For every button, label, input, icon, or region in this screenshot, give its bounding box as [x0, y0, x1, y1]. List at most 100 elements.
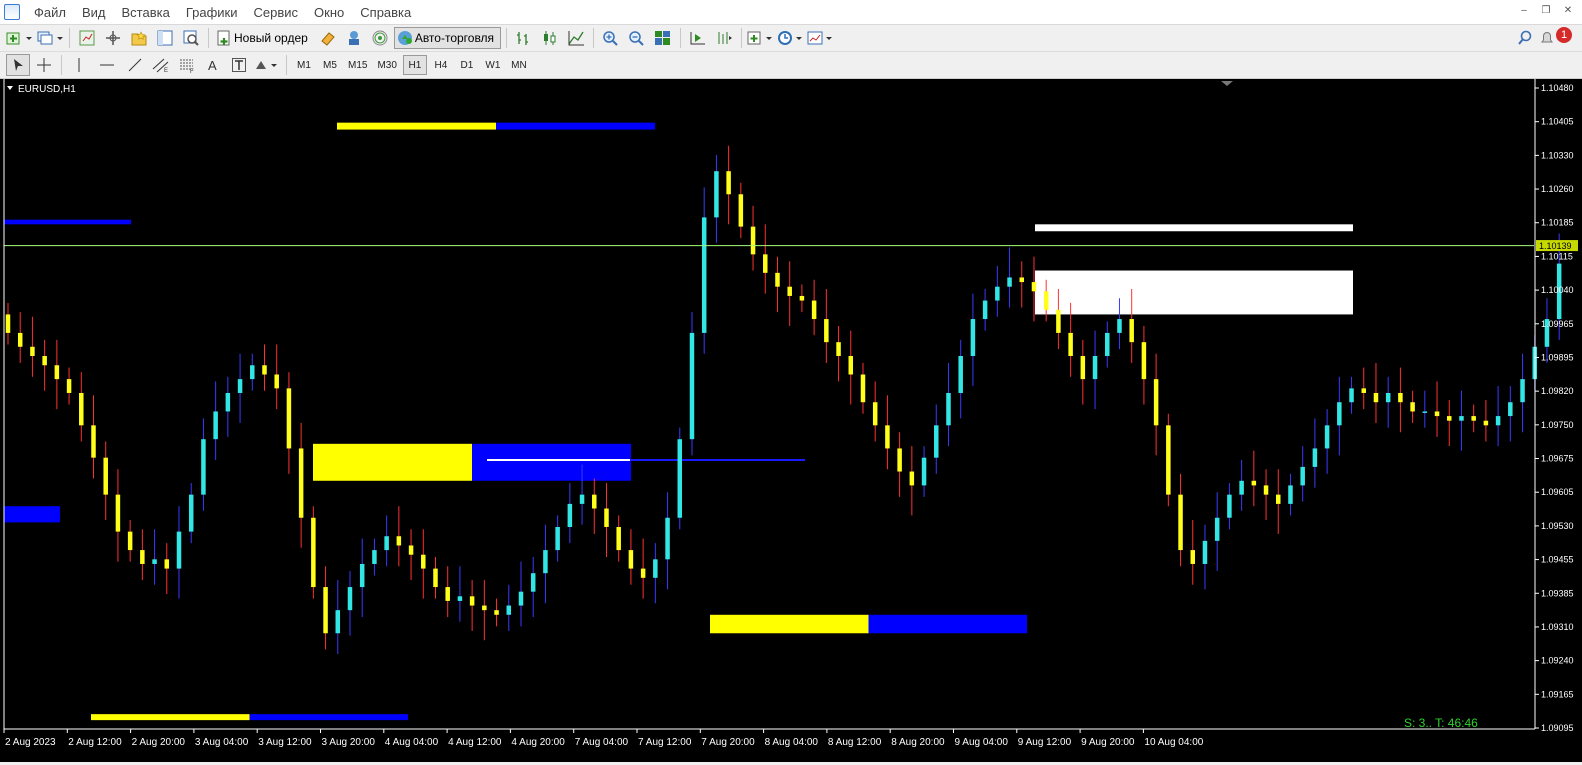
- vertical-line-icon[interactable]: [67, 54, 91, 76]
- time-tick-label: 9 Aug 12:00: [1018, 737, 1072, 748]
- candle-body: [5, 314, 11, 333]
- zoom-in-icon[interactable]: [599, 27, 623, 49]
- metaeditor-icon[interactable]: [316, 27, 340, 49]
- price-tick-label: 1.09095: [1541, 723, 1574, 733]
- timeframe-h1[interactable]: H1: [402, 55, 427, 75]
- trendline-icon[interactable]: [123, 54, 147, 76]
- market-watch-icon[interactable]: [75, 27, 99, 49]
- signals-icon[interactable]: [368, 27, 392, 49]
- terminal-icon[interactable]: [153, 27, 177, 49]
- new-order-label: Новый ордер: [234, 31, 308, 45]
- menu-file[interactable]: Файл: [26, 5, 74, 20]
- candle-body: [640, 568, 646, 578]
- timeframe-h4[interactable]: H4: [429, 55, 453, 75]
- time-tick-label: 7 Aug 20:00: [701, 737, 755, 748]
- crosshair-icon[interactable]: [32, 54, 56, 76]
- auto-trading-button[interactable]: Авто-торговля: [393, 27, 502, 49]
- cursor-icon[interactable]: [6, 54, 30, 76]
- zoom-out-icon[interactable]: [625, 27, 649, 49]
- notification-badge[interactable]: 1: [1556, 27, 1572, 43]
- candle-body: [1276, 494, 1281, 504]
- timeframe-mn[interactable]: MN: [507, 55, 531, 75]
- timeframe-m15[interactable]: M15: [344, 55, 371, 75]
- candle-body: [872, 402, 878, 426]
- indicators-icon[interactable]: [747, 27, 775, 49]
- favorites-icon[interactable]: [127, 27, 151, 49]
- candle-body: [457, 596, 463, 601]
- candle-body: [799, 295, 805, 301]
- menu-insert[interactable]: Вставка: [114, 5, 178, 20]
- periods-icon[interactable]: [777, 27, 805, 49]
- navigator-icon[interactable]: [101, 27, 125, 49]
- candle-body: [1214, 517, 1220, 541]
- search-icon[interactable]: [1513, 27, 1537, 49]
- standard-toolbar: Новый ордер Авто-торговля: [0, 25, 1582, 52]
- supply-zone-left: [91, 714, 250, 721]
- new-order-button[interactable]: Новый ордер: [214, 27, 314, 49]
- candle-body: [1031, 282, 1037, 292]
- price-tick-label: 1.10185: [1541, 218, 1574, 228]
- horizontal-line-icon[interactable]: [93, 54, 121, 76]
- experts-icon[interactable]: [342, 27, 366, 49]
- candle-body: [1080, 356, 1086, 380]
- chart-window[interactable]: 1.10480 1.10405 1.10330 1.10260 1.10185 1.101…: [0, 79, 1582, 762]
- time-tick-label: 8 Aug 20:00: [891, 737, 945, 748]
- minimize-icon[interactable]: –: [1516, 4, 1532, 18]
- candle-body: [689, 332, 695, 440]
- candlestick-chart-icon[interactable]: [538, 27, 562, 49]
- restore-icon[interactable]: ❐: [1538, 4, 1554, 18]
- candle-body: [1495, 416, 1501, 426]
- candle-body: [628, 550, 634, 569]
- timeframe-w1[interactable]: W1: [481, 55, 505, 75]
- candle-body: [237, 379, 243, 393]
- chart-shift-icon[interactable]: [712, 27, 736, 49]
- new-chart-button[interactable]: [6, 27, 34, 49]
- candle-body: [616, 526, 621, 551]
- menu-tools[interactable]: Сервис: [246, 5, 307, 20]
- menu-charts[interactable]: Графики: [178, 5, 246, 20]
- text-icon[interactable]: A: [201, 54, 225, 76]
- candle-body: [384, 536, 389, 551]
- profiles-button[interactable]: [36, 27, 64, 49]
- menu-window[interactable]: Окно: [306, 5, 352, 20]
- time-tick-label: 3 Aug 04:00: [195, 737, 249, 748]
- candle-body: [1227, 494, 1232, 518]
- auto-trading-icon: [397, 31, 412, 45]
- close-icon[interactable]: ✕: [1560, 4, 1576, 18]
- bar-chart-icon[interactable]: [512, 27, 536, 49]
- timeframe-m5[interactable]: M5: [318, 55, 342, 75]
- menu-help[interactable]: Справка: [352, 5, 419, 20]
- tile-windows-icon[interactable]: [651, 27, 675, 49]
- notifications-icon[interactable]: [1535, 27, 1559, 49]
- equidistant-channel-icon[interactable]: E: [149, 54, 173, 76]
- candle-body: [1337, 402, 1342, 426]
- candle-body: [286, 388, 292, 449]
- time-tick-label: 4 Aug 20:00: [511, 737, 565, 748]
- price-chart[interactable]: 1.10480 1.10405 1.10330 1.10260 1.10185 1.101…: [0, 79, 1582, 762]
- candle-body: [152, 559, 157, 564]
- candle-body: [982, 300, 988, 320]
- candle-body: [909, 471, 915, 486]
- supply-zone-right: [472, 443, 631, 481]
- auto-scroll-icon[interactable]: [686, 27, 710, 49]
- price-tick-label: 1.09455: [1541, 555, 1574, 565]
- candle-body: [1105, 332, 1110, 357]
- timeframe-m1[interactable]: M1: [292, 55, 316, 75]
- fibonacci-icon[interactable]: F: [175, 54, 199, 76]
- candle-body: [1520, 379, 1525, 403]
- shapes-icon[interactable]: [253, 54, 281, 76]
- timeframe-m30[interactable]: M30: [373, 55, 400, 75]
- line-chart-icon[interactable]: [564, 27, 588, 49]
- candle-body: [1092, 356, 1098, 380]
- strategy-tester-icon[interactable]: [179, 27, 203, 49]
- menu-view[interactable]: Вид: [74, 5, 114, 20]
- price-tick-label: 1.10115: [1541, 251, 1573, 261]
- zone-white: [1035, 270, 1353, 315]
- text-label-icon[interactable]: [227, 54, 251, 76]
- candle-body: [311, 517, 316, 588]
- timeframe-d1[interactable]: D1: [455, 55, 479, 75]
- time-tick-label: 2 Aug 12:00: [68, 737, 122, 748]
- templates-icon[interactable]: [807, 27, 835, 49]
- price-tick-label: 1.10330: [1541, 150, 1574, 160]
- price-tick-label: 1.10405: [1541, 117, 1574, 127]
